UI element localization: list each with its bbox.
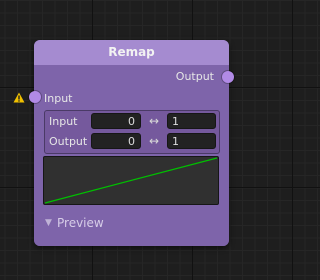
remap-curve-preview [43, 156, 219, 205]
remap-curve-graph [44, 157, 218, 204]
input-port[interactable] [29, 91, 41, 103]
remap-curve-line [44, 157, 218, 204]
warning-icon [13, 92, 25, 103]
output-range-row: Output 0 ↔ 1 [45, 133, 219, 151]
input-range-row: Input 0 ↔ 1 [45, 113, 219, 131]
double-arrow-icon: ↔ [148, 114, 160, 128]
output-port-label: Output [175, 70, 214, 83]
remap-ranges-panel: Input 0 ↔ 1 Output 0 ↔ 1 [44, 110, 220, 154]
input-min-field[interactable]: 0 [91, 113, 141, 129]
triangle-down-icon: ▼ [45, 218, 52, 228]
input-port-label: Input [44, 92, 73, 105]
output-port[interactable] [222, 71, 234, 83]
node-header[interactable]: Remap [34, 40, 229, 65]
preview-label: Preview [57, 216, 104, 230]
input-max-field[interactable]: 1 [167, 113, 216, 129]
node-title: Remap [108, 45, 155, 59]
output-max-field[interactable]: 1 [167, 133, 216, 149]
input-range-label: Input [49, 115, 78, 128]
double-arrow-icon: ↔ [148, 134, 160, 148]
output-min-field[interactable]: 0 [91, 133, 141, 149]
output-range-label: Output [49, 135, 88, 148]
